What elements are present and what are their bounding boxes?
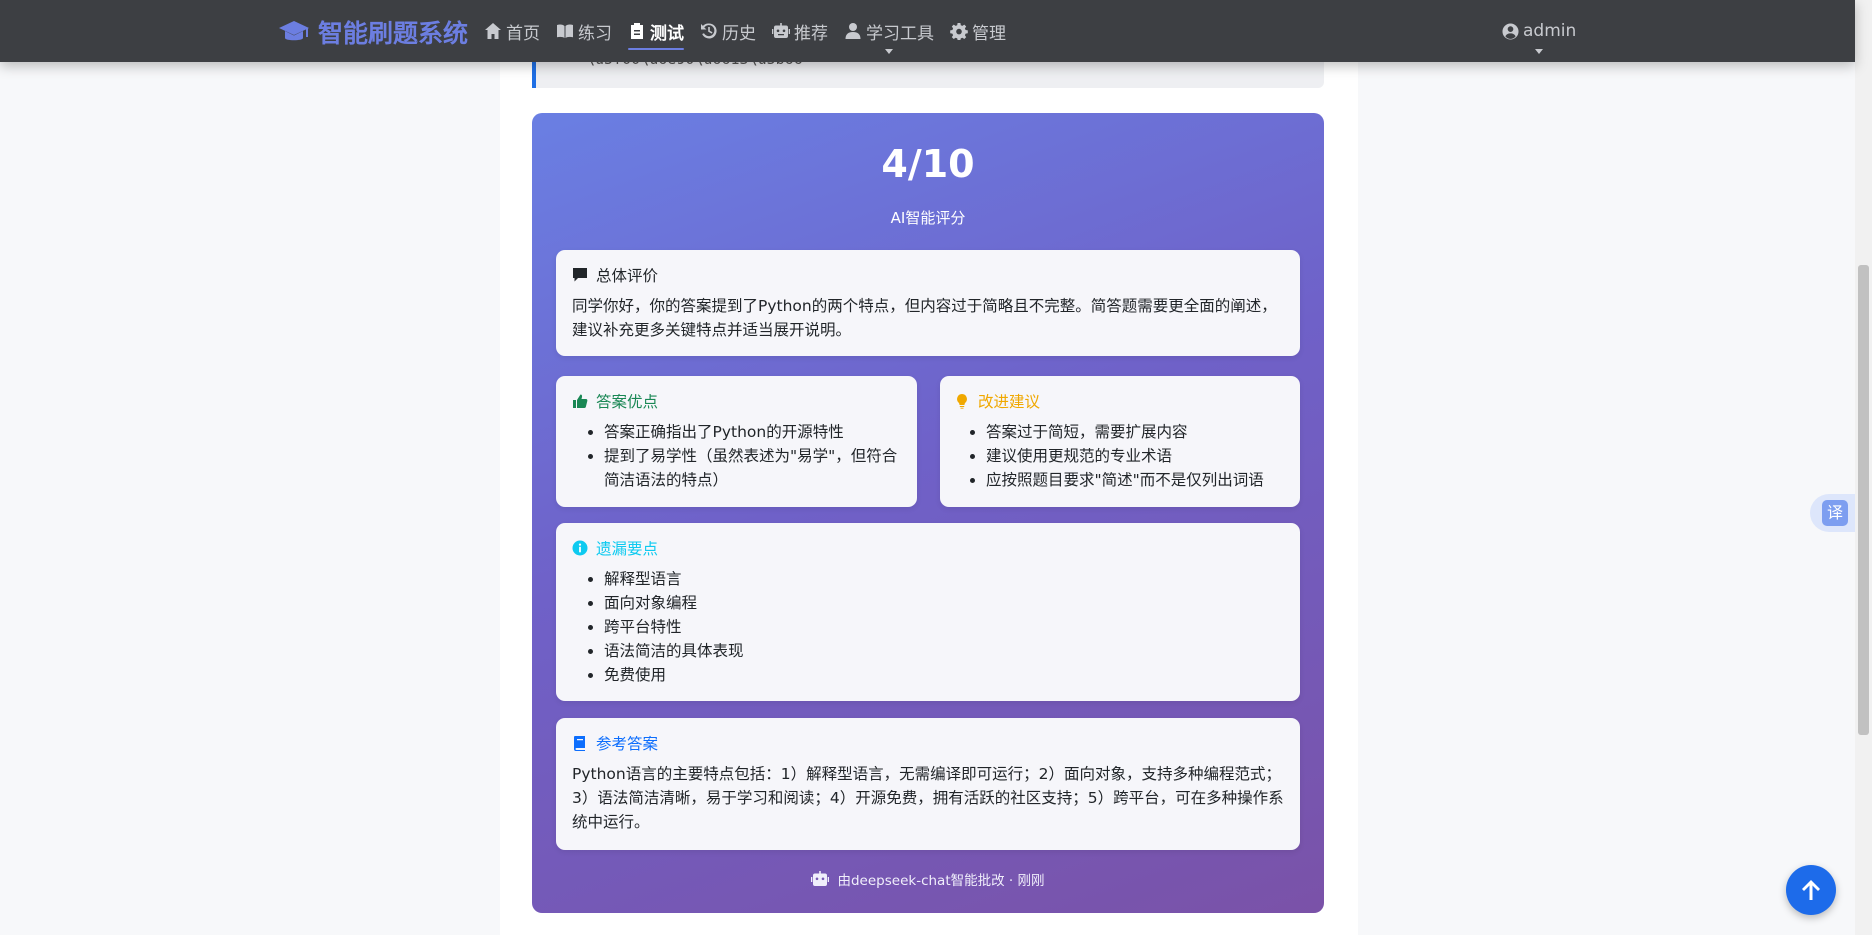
missing-item: 免费使用 [604,663,1284,687]
nav-item-admin[interactable]: 管理 [950,0,1006,62]
reference-title-row: 参考答案 [572,732,1284,754]
nav-item-practice[interactable]: 练习 [556,0,612,62]
book-open-icon [557,24,573,38]
nav-label-test: 测试 [650,23,684,44]
grading-footer: 由deepseek-chat智能批改 · 刚刚 [532,869,1324,889]
missing-item: 解释型语言 [604,567,1284,591]
robot-icon [811,871,830,886]
nav-item-test[interactable]: 测试 [628,0,684,62]
ai-grading-card: 4/10 AI智能评分 总体评价 同学你好，你的答案提到了Python的两个特点… [532,113,1324,913]
suggestions-title: 改进建议 [978,393,1041,411]
nav-label-home: 首页 [506,23,540,44]
missing-list: 解释型语言 面向对象编程 跨平台特性 语法简洁的具体表现 免费使用 [572,567,1284,687]
arrow-up-icon [1802,880,1820,900]
nav-item-tools[interactable]: 学习工具 [844,0,934,62]
clipboard-icon [631,23,643,39]
history-icon [701,23,717,39]
info-circle-icon [572,540,588,556]
reference-title: 参考答案 [596,735,659,753]
nav-item-recommend[interactable]: 推荐 [772,0,828,62]
score: 4/10 [881,142,975,186]
missing-item: 语法简洁的具体表现 [604,639,1284,663]
missing-item: 面向对象编程 [604,591,1284,615]
scrollbar-thumb[interactable] [1858,265,1869,735]
nav-label-admin: 管理 [972,23,1006,44]
back-to-top-button[interactable] [1786,865,1836,915]
nav-label-history: 历史 [722,23,756,44]
book-icon [574,736,585,751]
overall-title: 总体评价 [596,267,659,285]
suggestion-item: 应按照题目要求"简述"而不是仅列出词语 [986,468,1286,492]
suggestions-list: 答案过于简短，需要扩展内容 建议使用更规范的专业术语 应按照题目要求"简述"而不… [954,420,1286,492]
nav-label-recommend: 推荐 [794,23,828,44]
suggestions-title-row: 改进建议 [954,390,1286,412]
reference-text: Python语言的主要特点包括：1）解释型语言，无需编译即可运行；2）面向对象，… [572,765,1284,831]
missing-title-row: 遗漏要点 [572,537,1284,559]
strength-item: 提到了易学性（虽然表述为"易学"，但符合简洁语法的特点） [604,444,901,492]
strengths-title-row: 答案优点 [572,390,901,412]
suggestions-panel: 改进建议 答案过于简短，需要扩展内容 建议使用更规范的专业术语 应按照题目要求"… [940,376,1300,507]
graduation-cap-icon [279,21,309,41]
user-dropdown-caret-icon [1535,49,1544,54]
strengths-panel: 答案优点 答案正确指出了Python的开源特性 提到了易学性（虽然表述为"易学"… [556,376,917,507]
nav-menu: 首页 练习 测试 历史 推荐 学习工具 管理 [484,0,1006,62]
lightbulb-icon [957,394,967,409]
grading-footer-text: 由deepseek-chat智能批改 · 刚刚 [837,873,1045,889]
dropdown-caret-icon [885,49,893,54]
nav-item-home[interactable]: 首页 [484,0,540,62]
user-menu[interactable]: admin [1502,0,1576,62]
reference-answer-panel: 参考答案 Python语言的主要特点包括：1）解释型语言，无需编译即可运行；2）… [556,718,1300,850]
strength-item: 答案正确指出了Python的开源特性 [604,420,901,444]
missing-item: 跨平台特性 [604,615,1284,639]
top-navbar: 智能刷题系统 首页 练习 测试 历史 推荐 学习工具 管理 admin [0,0,1855,62]
strengths-title: 答案优点 [596,393,659,411]
username: admin [1523,21,1577,41]
nav-label-tools: 学习工具 [866,23,934,44]
brand-title: 智能刷题系统 [318,19,469,48]
missing-points-panel: 遗漏要点 解释型语言 面向对象编程 跨平台特性 语法简洁的具体表现 免费使用 [556,523,1300,701]
robot-icon [772,23,790,38]
suggestion-item: 建议使用更规范的专业术语 [986,444,1286,468]
brand-logo[interactable]: 智能刷题系统 [278,14,468,50]
translate-button[interactable]: 译 [1810,494,1860,532]
user-circle-icon [1502,22,1519,40]
nav-item-history[interactable]: 历史 [700,0,756,62]
overall-evaluation-panel: 总体评价 同学你好，你的答案提到了Python的两个特点，但内容过于简略且不完整… [556,250,1300,356]
overall-title-row: 总体评价 [572,264,1284,286]
suggestion-item: 答案过于简短，需要扩展内容 [986,420,1286,444]
home-icon [485,23,501,39]
score-label: AI智能评分 [890,209,966,227]
thumbs-up-icon [573,394,588,408]
overall-text: 同学你好，你的答案提到了Python的两个特点，但内容过于简略且不完整。简答题需… [572,297,1277,339]
gear-icon [950,23,968,40]
translate-label: 译 [1822,500,1848,526]
nav-label-practice: 练习 [578,23,612,44]
missing-title: 遗漏要点 [596,540,659,558]
strengths-list: 答案正确指出了Python的开源特性 提到了易学性（虽然表述为"易学"，但符合简… [572,420,901,492]
comment-icon [573,268,587,282]
user-icon [845,23,861,39]
